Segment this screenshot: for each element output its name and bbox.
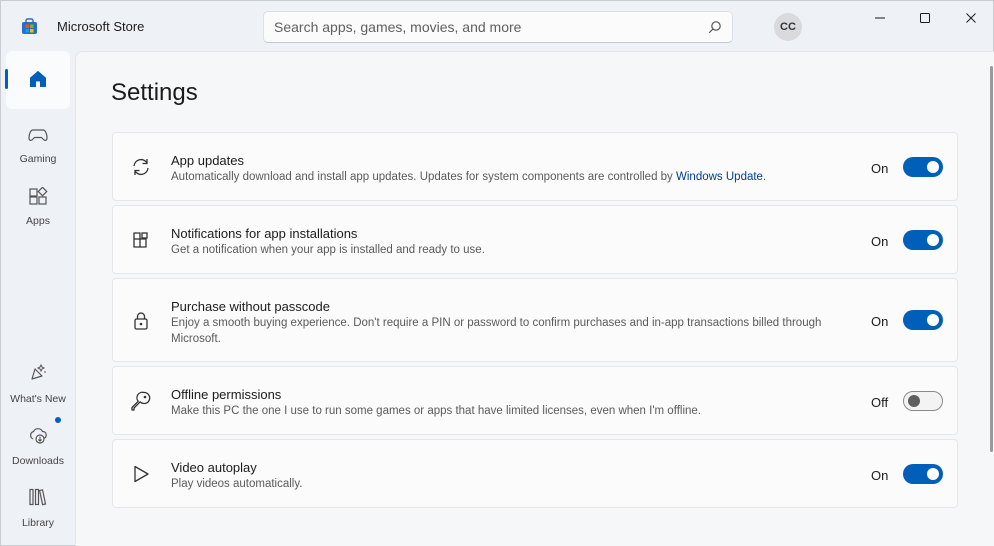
sidebar-label-apps: Apps [26,215,50,227]
page-title: Settings [111,79,198,106]
minimize-button[interactable] [857,1,903,35]
sidebar-item-home[interactable] [5,51,70,109]
sidebar-item-downloads[interactable]: Downloads [6,417,70,475]
sync-icon [133,158,149,176]
store-logo-icon [22,18,37,34]
notifications-toggle[interactable] [903,230,943,250]
sparkle-bell-icon [31,363,46,380]
app-updates-toggle[interactable] [903,157,943,177]
setting-card-app-updates: App updates Automatically download and i… [112,132,958,201]
sidebar-label-whats-new: What's New [10,393,66,405]
toggle-knob [927,468,939,480]
setting-card-notifications: Notifications for app installations Get … [112,205,958,274]
app-title: Microsoft Store [57,19,145,34]
maximize-button[interactable] [902,1,948,35]
sidebar-item-apps[interactable]: Apps [6,179,70,237]
sidebar: Gaming Apps What's New Downloads Library [1,51,75,546]
selected-indicator [5,69,8,89]
setting-description: Automatically download and install app u… [171,169,851,185]
setting-title: App updates [171,153,245,168]
settings-panel: Settings App updates Automatically downl… [75,51,994,546]
toggle-knob [927,234,939,246]
video-autoplay-toggle[interactable] [903,464,943,484]
toggle-knob [927,314,939,326]
setting-description-text: Automatically download and install app u… [171,171,673,183]
toggle-state-label: On [871,234,889,249]
maximize-icon [920,13,930,23]
sidebar-label-library: Library [21,517,55,529]
toggle-knob [927,161,939,173]
minimize-icon [875,17,885,19]
sidebar-label-downloads: Downloads [12,455,64,467]
toggle-state-label: On [871,161,889,176]
cloud-download-icon [30,428,47,444]
sidebar-item-whats-new[interactable]: What's New [6,355,70,413]
key-icon [131,391,151,411]
toggle-state-label: On [871,468,889,483]
setting-description: Play videos automatically. [171,478,303,490]
sidebar-item-library[interactable]: Library [6,479,70,537]
toggle-state-label: Off [871,395,889,410]
sidebar-item-gaming[interactable]: Gaming [6,117,70,175]
search-icon[interactable] [708,20,722,34]
search-box[interactable] [263,11,733,43]
toggle-state-label: On [871,314,889,329]
purchase-toggle[interactable] [903,310,943,330]
library-icon [29,488,47,506]
downloads-badge [55,417,61,423]
app-window: Microsoft Store CC [0,0,994,546]
home-icon [30,71,46,87]
apps-grid-icon [29,187,48,205]
setting-card-purchase: Purchase without passcode Enjoy a smooth… [112,278,958,362]
setting-description: Get a notification when your app is inst… [171,244,485,256]
setting-title: Offline permissions [171,387,282,402]
setting-card-video-autoplay: Video autoplay Play videos automatically… [112,439,958,508]
toggle-knob [908,395,920,407]
setting-card-offline: Offline permissions Make this PC the one… [112,366,958,435]
gamepad-icon [28,129,48,141]
setting-description: Make this PC the one I use to run some g… [171,405,701,417]
close-icon [966,13,976,23]
windows-update-link[interactable]: Windows Update [676,171,763,183]
title-bar: Microsoft Store CC [1,1,993,51]
setting-description-suffix: . [762,171,767,183]
vertical-scrollbar[interactable] [990,66,993,452]
avatar[interactable]: CC [774,13,802,41]
setting-description: Enjoy a smooth buying experience. Don't … [171,317,822,345]
app-install-icon [133,232,148,248]
setting-title: Purchase without passcode [171,299,330,314]
setting-title: Notifications for app installations [171,226,358,241]
search-input[interactable] [264,12,694,42]
lock-icon [134,312,148,330]
sidebar-label-gaming: Gaming [19,153,57,165]
setting-title: Video autoplay [171,460,257,475]
offline-toggle[interactable] [903,391,943,411]
close-button[interactable] [948,1,994,35]
play-icon [134,465,149,483]
